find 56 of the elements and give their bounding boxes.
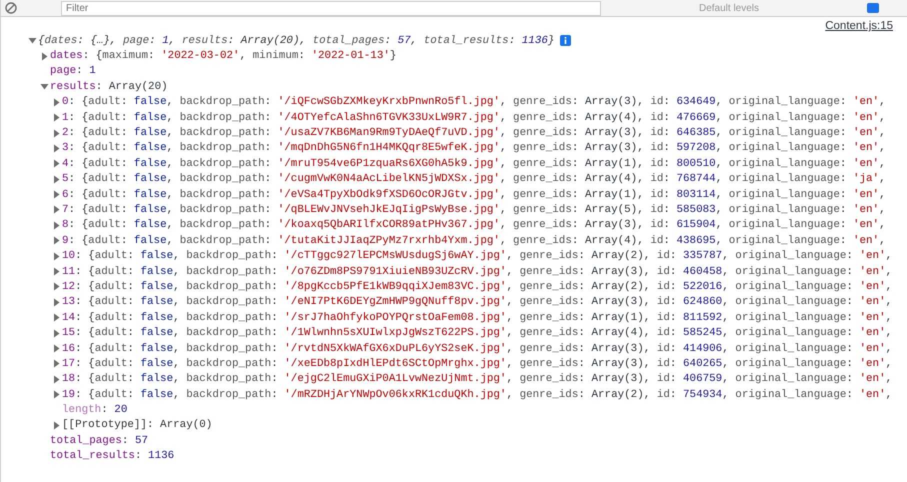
expand-arrow-icon[interactable] — [52, 390, 61, 400]
property-entry: dates: {maximum: '2022-03-02', minimum: '2022-01-13'} — [50, 50, 396, 62]
property-entry: [[Prototype]]: Array(0) — [62, 419, 212, 432]
property-entry: 6: {adult: false, backdrop_path: '/eVSa4TpyXbOdk9fXSD6OcORJGtv.jpg', genre_ids: Array(1), id: 803114, original_language: 'en', — [62, 188, 886, 201]
property-entry: 5: {adult: false, backdrop_path: '/cugmVwK0N4aAcLibelKN5jWDXSx.jpg', genre_ids: Array(4), id: 768744, original_language: 'ja', — [62, 173, 886, 186]
property-entry: 4: {adult: false, backdrop_path: '/mruT954ve6P1zquaRs6XG0hA5k9.jpg', genre_ids: Array(1), id: 800510, original_language: 'en', — [62, 158, 886, 170]
property-entry: 9: {adult: false, backdrop_path: '/tutaKitJJIaqZPyMz7rxrhb4Yxm.jpg', genre_ids: Array(4), id: 438695, original_language: 'en', — [62, 234, 886, 247]
source-link[interactable]: Content.js:15 — [825, 20, 893, 33]
property-entry: 2: {adult: false, backdrop_path: '/usaZV7KB6Man9Rm9TyDAeQf7uVD.jpg', genre_ids: Array(3), id: 646385, original_language: 'en', — [62, 127, 886, 140]
expand-arrow-icon[interactable] — [52, 98, 61, 107]
property-entry: total_pages: 57 — [50, 434, 148, 447]
expand-arrow-icon[interactable] — [52, 174, 61, 184]
property-entry: total_results: 1136 — [50, 450, 174, 462]
expand-arrow-icon[interactable] — [52, 282, 61, 292]
expand-arrow-icon[interactable] — [52, 159, 61, 168]
expand-arrow-icon[interactable] — [52, 236, 61, 246]
expand-arrow-icon[interactable] — [52, 113, 61, 122]
property-entry: 17: {adult: false, backdrop_path: '/xeEDb8pIxdHlEPdt6SCtOpMrghx.jpg', genre_ids: Array(3), id: 640265, original_language: 'en', — [62, 358, 892, 370]
property-entry: 16: {adult: false, backdrop_path: '/rvtdN5XkWAfGX6xDuPL6yYS2seK.jpg', genre_ids: Array(3), id: 414906, original_language: 'en', — [62, 342, 892, 354]
property-entry: results: Array(20) — [50, 80, 168, 93]
expand-arrow-icon[interactable] — [52, 313, 61, 322]
property-entry: 13: {adult: false, backdrop_path: '/eNI7PtK6DEYgZmHWP9gQNuff8pv.jpg', genre_ids: Array(3), id: 624860, original_language: 'en', — [62, 296, 892, 308]
expand-arrow-icon[interactable] — [52, 420, 61, 430]
property-entry: page: 1 — [50, 65, 96, 78]
property-entry: 11: {adult: false, backdrop_path: '/o76ZDm8PS9791XiuieNB93UZcRV.jpg', genre_ids: Array(3), id: 460458, original_language: 'en', — [62, 266, 892, 278]
property-entry: 1: {adult: false, backdrop_path: '/4OTYefcAlaShn6TGVK33UxLW9R7.jpg', genre_ids: Array(4), id: 476669, original_language: 'en', — [62, 112, 886, 124]
property-entry: length: 20 — [62, 404, 128, 416]
property-entry: 15: {adult: false, backdrop_path: '/1Wlwnhn5sXUIwlxpJgWszT622PS.jpg', genre_ids: Array(4), id: 585245, original_language: 'en', — [62, 327, 892, 340]
expand-arrow-icon[interactable] — [52, 220, 61, 230]
property-entry: 0: {adult: false, backdrop_path: '/iQFcwSGbZXMkeyKrxbPnwnRo5fl.jpg', genre_ids: Array(3), id: 634649, original_language: 'en', — [62, 96, 886, 108]
block-icon[interactable] — [5, 2, 17, 14]
expand-arrow-icon[interactable] — [52, 298, 61, 307]
property-entry: 7: {adult: false, backdrop_path: '/qBLEWvJNVsehJkEJqIigPsWyBse.jpg', genre_ids: Array(5), id: 585083, original_language: 'en', — [62, 204, 886, 216]
filter-field[interactable]: Filter — [61, 0, 601, 16]
expand-arrow-icon[interactable] — [52, 328, 61, 338]
expand-arrow-icon[interactable] — [52, 252, 61, 261]
expand-arrow-icon[interactable] — [52, 359, 61, 368]
property-entry: 14: {adult: false, backdrop_path: '/srJ7haOhfykoPOYPQrstOaFem08.jpg', genre_ids: Array(1), id: 811592, original_language: 'en', — [62, 312, 892, 324]
property-entry: 3: {adult: false, backdrop_path: '/mqDnDhG5N6fn1H4MKQqr8E5wfeK.jpg', genre_ids: Array(3), id: 597208, original_language: 'en', — [62, 142, 886, 154]
property-entry: 19: {adult: false, backdrop_path: '/mRZDHjArYNWpOv06kxRK1cduQKh.jpg', genre_ids: Array(2), id: 754934, original_language: 'en', — [62, 388, 892, 401]
expand-arrow-icon[interactable] — [52, 190, 61, 200]
property-entry: 8: {adult: false, backdrop_path: '/koaxq5QbARIlfxCOR89atPHv367.jpg', genre_ids: Array(3), id: 615904, original_language: 'en', — [62, 219, 886, 232]
property-entry: 18: {adult: false, backdrop_path: '/ejgC2lEmuGXiP0A1LvwNezUjNmt.jpg', genre_ids: Array(3), id: 406759, original_language: 'en', — [62, 373, 892, 386]
info-icon[interactable] — [560, 35, 572, 46]
expand-arrow-icon[interactable] — [52, 344, 61, 353]
object-summary: {dates: {…}, page: 1, results: Array(20), total_pages: 57, total_results: 1136} — [38, 34, 554, 47]
expand-arrow-icon[interactable] — [52, 205, 61, 214]
property-entry: 12: {adult: false, backdrop_path: '/8pgKccb5PfE1kWB9qqiXJem83VC.jpg', genre_ids: Array(2), id: 522016, original_language: 'en', — [62, 280, 892, 293]
expand-arrow-icon[interactable] — [52, 374, 61, 384]
expand-arrow-icon[interactable] — [52, 144, 61, 153]
expand-arrow-icon[interactable] — [28, 36, 37, 46]
expand-arrow-icon[interactable] — [40, 52, 49, 61]
expand-arrow-icon[interactable] — [52, 267, 61, 276]
property-entry: 10: {adult: false, backdrop_path: '/cTTggc927lEPCMsWUsdugSj6wAY.jpg', genre_ids: Array(2), id: 335787, original_language: 'en', — [62, 250, 892, 262]
expand-arrow-icon[interactable] — [40, 82, 49, 92]
expand-arrow-icon[interactable] — [52, 128, 61, 138]
